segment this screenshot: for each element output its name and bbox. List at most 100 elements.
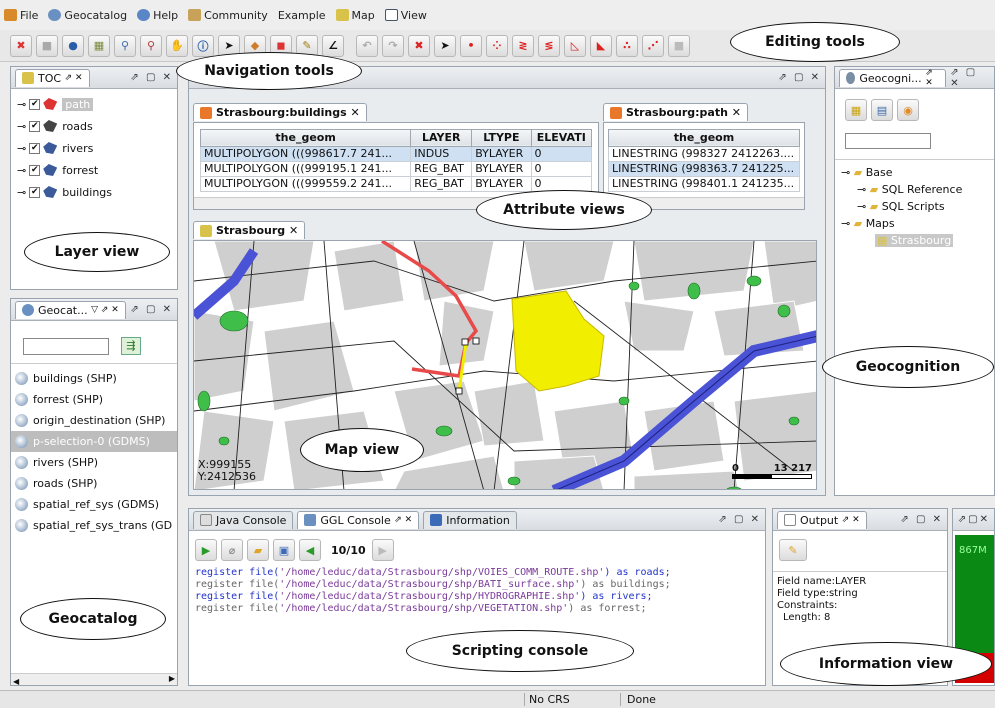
table-cell[interactable]: BYLAYER	[471, 145, 532, 162]
tab-java-console[interactable]: Java Console	[193, 510, 294, 529]
vertex-handle[interactable]	[461, 338, 469, 345]
column-header[interactable]: LTYPE	[471, 128, 532, 147]
tree-item-sql-reference[interactable]: ⊸ ▰ SQL Reference	[835, 181, 994, 198]
redo-button[interactable]: ↷	[382, 34, 404, 57]
save-button[interactable]: ▣	[273, 539, 295, 561]
expand-icon[interactable]: ⊸	[17, 142, 26, 155]
tab-ggl-console[interactable]: GGL Console ⇗ ✕	[297, 510, 420, 529]
info-tool-button[interactable]: ⓘ	[192, 34, 214, 57]
table-cell[interactable]: 0	[530, 175, 593, 192]
edit-select-button[interactable]: ➤	[434, 34, 456, 57]
add-multipoint-button[interactable]: ⁘	[486, 34, 508, 57]
menu-file[interactable]: File	[4, 9, 38, 22]
toc-layer-row[interactable]: ⊸ ✔ rivers	[11, 137, 177, 159]
layer-visibility-checkbox[interactable]: ✔	[29, 186, 41, 198]
table-cell[interactable]: INDUS	[410, 145, 473, 162]
table-cell[interactable]: 0	[530, 145, 593, 162]
table-row[interactable]: LINESTRING (998327 2412263....	[608, 145, 800, 162]
move-vertex-button[interactable]: ∴	[616, 34, 638, 57]
add-line-button[interactable]: ≷	[512, 34, 534, 57]
tree-folder-maps[interactable]: ⊸ ▰ Maps	[835, 215, 994, 232]
tab-output[interactable]: Output ⇗ ✕	[777, 510, 867, 529]
layer-visibility-checkbox[interactable]: ✔	[29, 164, 41, 176]
table-cell[interactable]: LINESTRING (998327 2412263....	[608, 145, 800, 162]
column-header[interactable]: the_geom	[608, 128, 800, 147]
geocatalog-search-input[interactable]	[23, 337, 109, 355]
layer-extent-button[interactable]: ▦	[88, 34, 110, 57]
tab-strasbourg-map[interactable]: Strasbourg ✕	[193, 221, 306, 239]
execute-button[interactable]: ▶	[195, 539, 217, 561]
tab-strasbourg-buildings[interactable]: Strasbourg:buildings ✕	[193, 103, 367, 121]
geocatalog-item[interactable]: spatial_ref_sys (GDMS)	[11, 494, 177, 515]
layer-visibility-checkbox[interactable]: ✔	[29, 98, 41, 110]
map-canvas[interactable]: X:999155 Y:2412536 0 13 217	[193, 239, 817, 490]
full-extent-button[interactable]: ●	[62, 34, 84, 57]
tree-item-strasbourg[interactable]: ▦ Strasbourg	[835, 232, 994, 249]
add-polygon-button[interactable]: ◺	[564, 34, 586, 57]
vertex-handle[interactable]	[472, 337, 480, 344]
table-row[interactable]: LINESTRING (998401.1 241235...	[608, 175, 800, 192]
table-row[interactable]: MULTIPOLYGON (((999195.1 241... REG_BAT BY…	[199, 160, 593, 177]
toc-layer-row[interactable]: ⊸ ✔ buildings	[11, 181, 177, 203]
geocognition-search-input[interactable]	[845, 133, 931, 149]
geocatalog-item[interactable]: origin_destination (SHP)	[11, 410, 177, 431]
pan-hand-button[interactable]: ✋	[166, 34, 188, 57]
column-header[interactable]: the_geom	[199, 128, 412, 147]
table-cell[interactable]: MULTIPOLYGON (((999559.2 241...	[199, 175, 412, 192]
toc-layer-row[interactable]: ⊸ ✔ path	[11, 93, 177, 115]
close-tool-button[interactable]: ✖	[10, 34, 32, 57]
panel-window-controls[interactable]: ⇗ ▢ ✕	[718, 514, 761, 525]
tree-item-sql-scripts[interactable]: ⊸ ▰ SQL Scripts	[835, 198, 994, 215]
add-multipolygon-button[interactable]: ◣	[590, 34, 612, 57]
filter-button[interactable]: ⇶	[121, 337, 141, 355]
tab-toc[interactable]: TOC ⇗ ✕	[15, 68, 90, 87]
panel-window-controls[interactable]: ⇗▢✕	[958, 514, 990, 525]
layer-visibility-checkbox[interactable]: ✔	[29, 120, 41, 132]
geocatalog-item[interactable]: roads (SHP)	[11, 473, 177, 494]
table-cell[interactable]: BYLAYER	[471, 160, 532, 177]
script-editor[interactable]: register file('/home/leduc/data/Strasbou…	[189, 561, 765, 615]
table-row[interactable]: MULTIPOLYGON (((998617.7 241... INDUS BYLA…	[199, 145, 593, 162]
toc-layer-row[interactable]: ⊸ ✔ roads	[11, 115, 177, 137]
toc-layer-row[interactable]: ⊸ ✔ forrest	[11, 159, 177, 181]
add-point-button[interactable]: •	[460, 34, 482, 57]
menu-geocatalog[interactable]: Geocatalog	[48, 9, 127, 22]
table-cell[interactable]: LINESTRING (998363.7 241225...	[608, 160, 800, 177]
blank-tool-button[interactable]: ■	[36, 34, 58, 57]
table-cell[interactable]: BYLAYER	[471, 175, 532, 192]
geocatalog-item[interactable]: forrest (SHP)	[11, 389, 177, 410]
expand-icon[interactable]: ⊸	[17, 164, 26, 177]
panel-window-controls[interactable]: ⇗ ▢ ✕	[900, 514, 943, 525]
split-button[interactable]: ⋰	[642, 34, 664, 57]
disabled-tool-button[interactable]: ■	[668, 34, 690, 57]
clear-button[interactable]: ⌀	[221, 539, 243, 561]
expand-icon[interactable]: ⊸	[17, 120, 26, 133]
table-cell[interactable]: REG_BAT	[410, 160, 473, 177]
column-header[interactable]: LAYER	[410, 128, 473, 147]
menu-map[interactable]: Map	[335, 9, 375, 22]
new-sql-button[interactable]: ▤	[871, 99, 893, 121]
delete-button[interactable]: ✖	[408, 34, 430, 57]
zoom-in-button[interactable]: ⚲	[114, 34, 136, 57]
panel-window-controls[interactable]: ⇗ ▢ ✕	[950, 67, 990, 89]
table-row[interactable]: MULTIPOLYGON (((999559.2 241... REG_BAT BY…	[199, 175, 593, 192]
menu-community[interactable]: Community	[188, 9, 268, 22]
palette-button[interactable]: ◉	[897, 99, 919, 121]
measure-button[interactable]: ∠	[322, 34, 344, 57]
table-row[interactable]: LINESTRING (998363.7 241225...	[608, 160, 800, 177]
tab-strasbourg-path[interactable]: Strasbourg:path ✕	[603, 103, 748, 121]
expand-icon[interactable]: ⊸	[17, 186, 26, 199]
clean-button[interactable]: ✎	[779, 539, 807, 561]
table-cell[interactable]: MULTIPOLYGON (((998617.7 241...	[199, 145, 412, 162]
geocatalog-item[interactable]: p-selection-0 (GDMS)	[11, 431, 177, 452]
column-header[interactable]: ELEVATI	[530, 128, 593, 147]
vertex-handle[interactable]	[455, 387, 463, 394]
undo-button[interactable]: ↶	[356, 34, 378, 57]
expand-icon[interactable]: ⊸	[17, 98, 26, 111]
geocatalog-item[interactable]: buildings (SHP)	[11, 368, 177, 389]
horizontal-scrollbar[interactable]: ◀ ▶	[11, 673, 177, 686]
geocatalog-item[interactable]: rivers (SHP)	[11, 452, 177, 473]
menu-help[interactable]: Help	[137, 9, 178, 22]
panel-window-controls[interactable]: ⇗ ▢ ✕	[778, 72, 821, 83]
layer-visibility-checkbox[interactable]: ✔	[29, 142, 41, 154]
